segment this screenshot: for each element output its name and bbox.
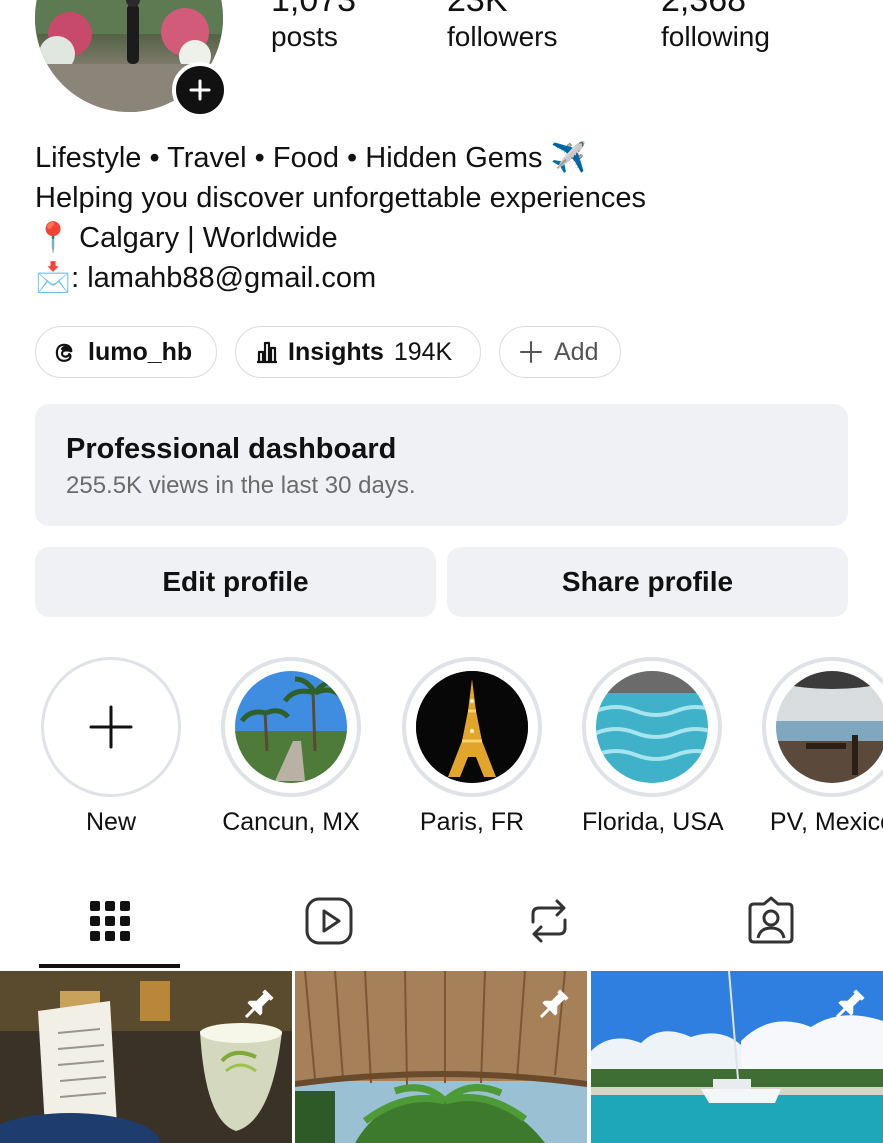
highlight-label: New [85,808,136,836]
highlight-label: PV, Mexico [769,808,883,836]
highlight-cancun[interactable]: Cancun, MX [221,657,361,837]
stat-followers[interactable]: 23K followers [447,0,557,54]
tab-tagged[interactable] [741,893,801,949]
highlight-label: Paris, FR [419,808,525,836]
stat-following-value: 2,368 [661,0,747,19]
pinned-icon [539,989,569,1019]
stat-posts-value: 1,073 [271,0,357,19]
add-chip-label: Add [554,337,599,366]
insights-chip-value: 194K [393,337,453,366]
highlight-florida[interactable]: Florida, USA [582,657,724,837]
add-story-button[interactable] [172,62,228,118]
pinned-icon [244,989,274,1019]
highlight-ring [402,657,542,797]
dashboard-title: Professional dashboard [66,433,397,465]
tab-grid[interactable] [80,893,140,949]
highlight-label: Cancun, MX [222,808,360,836]
highlight-new[interactable]: New [41,657,181,837]
tab-reposts[interactable] [519,893,579,949]
bio-email[interactable]: 📩: lamahb88@gmail.com [35,258,855,298]
edit-profile-button[interactable]: Edit profile [35,547,436,617]
threads-chip-label: lumo_hb [88,337,193,366]
active-tab-indicator [39,964,180,968]
threads-icon [55,343,73,362]
reels-icon [305,897,353,945]
add-chip[interactable]: Add [499,326,621,378]
post-tile[interactable] [295,971,587,1143]
stat-following[interactable]: 2,368 following [661,0,770,54]
dashboard-subtitle: 255.5K views in the last 30 days. [66,472,416,499]
stat-posts-label: posts [271,21,338,52]
plus-icon [189,79,211,101]
plus-icon [89,705,133,749]
highlight-ring [762,657,883,797]
stat-followers-value: 23K [447,0,508,19]
highlight-ring [221,657,361,797]
highlight-cover [235,671,347,783]
bio-line: 📍 Calgary | Worldwide [35,222,338,254]
stat-followers-label: followers [447,21,558,52]
grid-icon [90,901,130,941]
bar-chart-icon [257,341,277,364]
highlight-ring [41,657,181,797]
bio-line: Lifestyle • Travel • Food • Hidden Gems … [35,142,587,174]
reposts-icon [531,899,567,943]
profile-bio: Lifestyle • Travel • Food • Hidden Gems … [35,138,855,298]
tagged-icon [748,896,794,944]
stat-following-label: following [661,21,770,52]
share-profile-button[interactable]: Share profile [447,547,848,617]
plus-icon [520,341,542,363]
stat-posts[interactable]: 1,073 posts [271,0,356,54]
highlight-cover [596,671,708,783]
insights-chip-label: Insights [288,337,384,366]
highlight-pv-mexico[interactable]: PV, Mexico [762,657,883,837]
highlight-label: Florida, USA [582,808,724,836]
pinned-icon [835,989,865,1019]
highlight-cover [416,671,528,783]
insights-chip[interactable]: Insights 194K [235,326,481,378]
post-tile[interactable] [591,971,883,1143]
threads-chip[interactable]: lumo_hb [35,326,217,378]
highlight-paris[interactable]: Paris, FR [402,657,542,837]
bio-line: Helping you discover unforgettable exper… [35,182,646,214]
tab-reels[interactable] [299,893,359,949]
highlight-ring [582,657,722,797]
post-tile[interactable] [0,971,292,1143]
professional-dashboard[interactable]: Professional dashboard 255.5K views in t… [35,404,848,526]
highlight-cover [776,671,883,783]
